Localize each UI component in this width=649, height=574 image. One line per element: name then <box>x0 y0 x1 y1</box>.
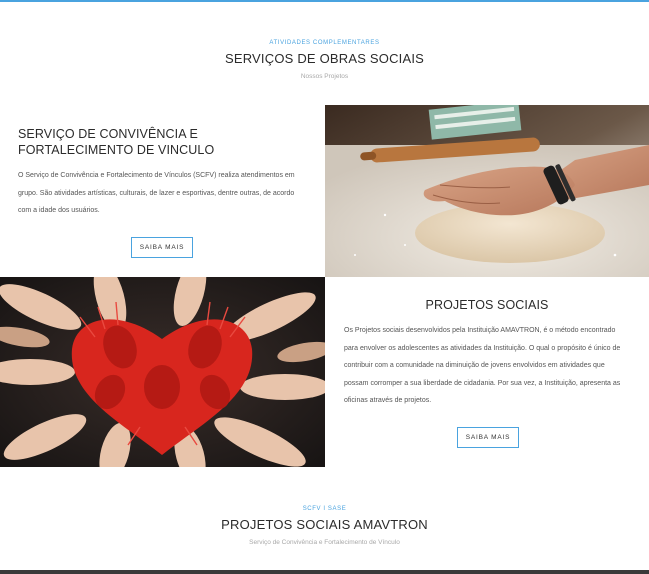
scfv-saiba-mais-button[interactable]: SAIBA MAIS <box>131 237 193 258</box>
projetos-title: PROJETOS SOCIAIS <box>425 298 549 312</box>
projetos-description: Os Projetos sociais desenvolvidos pela I… <box>344 327 621 404</box>
gallery-strip-edge <box>0 570 649 574</box>
projetos-saiba-mais-button[interactable]: SAIBA MAIS <box>457 427 519 448</box>
section-header-amavtron: SCFV I SASE PROJETOS SOCIAIS AMAVTRON Se… <box>0 506 649 546</box>
dough-kneading-image <box>325 105 649 277</box>
projetos-text-block: PROJETOS SOCIAIS Os Projetos sociais des… <box>344 297 630 410</box>
hands-red-heart-image <box>0 277 325 467</box>
section-title: PROJETOS SOCIAIS AMAVTRON <box>221 517 428 532</box>
dough-photo-illustration <box>325 105 649 277</box>
section-subtitle: Serviço de Convivência e Fortalecimento … <box>249 539 400 546</box>
section-title: SERVIÇOS DE OBRAS SOCIAIS <box>224 51 425 66</box>
scfv-text-block: SERVIÇO DE CONVIVÊNCIA E FORTALECIMENTO … <box>18 126 308 220</box>
scfv-description: O Serviço de Convivência e Fortaleciment… <box>18 172 295 214</box>
hands-photo-illustration <box>0 277 325 467</box>
section-eyebrow: ATIVIDADES COMPLEMENTARES <box>269 40 380 46</box>
section-subtitle: Nossos Projetos <box>300 73 349 80</box>
section-header-obras-sociais: ATIVIDADES COMPLEMENTARES SERVIÇOS DE OB… <box>0 40 649 80</box>
top-accent-bar <box>0 0 649 2</box>
scfv-title: SERVIÇO DE CONVIVÊNCIA E FORTALECIMENTO … <box>18 127 215 157</box>
section-eyebrow: SCFV I SASE <box>302 506 347 512</box>
